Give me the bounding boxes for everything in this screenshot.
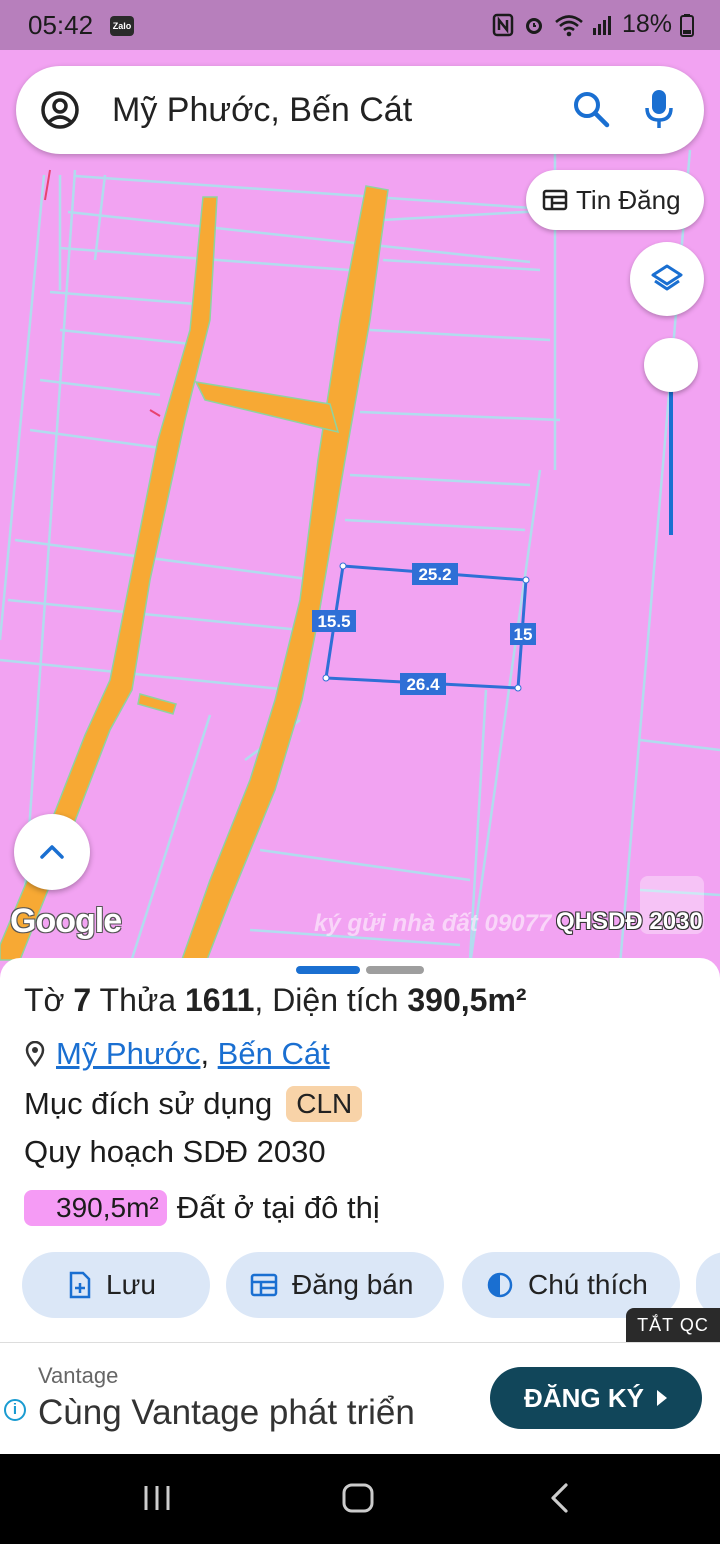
parcel-location: Mỹ Phước, Bến Cát: [24, 1036, 330, 1072]
ad-brand: Vantage: [38, 1363, 119, 1388]
save-button[interactable]: Lưu: [22, 1252, 210, 1318]
tin-dang-label: Tin Đăng: [576, 184, 681, 215]
tin-dang-button[interactable]: Tin Đăng: [526, 170, 704, 230]
google-logo: Google: [10, 902, 122, 940]
home-icon[interactable]: [342, 1482, 374, 1514]
layers-button[interactable]: [630, 242, 704, 316]
microphone-icon[interactable]: [644, 88, 674, 130]
layer-label: QHSDĐ 2030: [556, 908, 703, 935]
ad-cta-button[interactable]: ĐĂNG KÝ: [490, 1367, 702, 1429]
ad-headline[interactable]: Cùng Vantage phát triển: [38, 1393, 415, 1433]
expand-sheet-button[interactable]: [14, 814, 90, 890]
battery-percent: 18%: [621, 10, 672, 38]
listing-icon: [542, 189, 568, 211]
sheet-handle-active[interactable]: [296, 966, 360, 974]
alarm-icon: [525, 17, 542, 34]
account-icon[interactable]: [40, 90, 80, 130]
zone-type: Đất ở tại đô thị: [176, 1190, 380, 1225]
chevron-up-icon: [40, 845, 64, 859]
play-arrow-icon: [656, 1390, 667, 1406]
land-use-purpose: Mục đích sử dụng CLN: [24, 1086, 363, 1122]
parcel-title: Tờ 7 Thửa 1611, Diện tích 390,5m²: [24, 982, 527, 1018]
search-bar[interactable]: Mỹ Phước, Bến Cát: [16, 66, 704, 154]
ad-info-icon[interactable]: i: [4, 1399, 26, 1421]
parcel-right-length: 15: [514, 625, 533, 644]
clock: 05:42: [28, 10, 94, 40]
back-icon[interactable]: [548, 1482, 570, 1514]
opacity-slider-track[interactable]: [669, 380, 673, 535]
plan-title: Quy hoạch SDĐ 2030: [24, 1134, 326, 1169]
system-nav-bar: [0, 1454, 720, 1544]
contrast-icon: [487, 1272, 513, 1298]
recent-apps-icon[interactable]: [142, 1482, 172, 1514]
dang-ban-button[interactable]: Đăng bán: [226, 1252, 444, 1318]
add-file-icon: [69, 1271, 91, 1299]
parcel-bottom-length: 26.4: [406, 675, 440, 694]
listing-icon: [250, 1273, 278, 1297]
purpose-code-badge: CLN: [286, 1086, 363, 1122]
battery-charging-icon: [680, 13, 694, 37]
search-icon[interactable]: [572, 90, 610, 128]
ad-banner[interactable]: i Vantage Cùng Vantage phát triển ĐĂNG K…: [0, 1342, 720, 1454]
ward-link[interactable]: Mỹ Phước: [56, 1036, 200, 1071]
status-bar: 05:42 Zalo 18%: [0, 0, 720, 50]
layers-icon: [651, 264, 683, 291]
signal-icon: [592, 15, 611, 35]
opacity-slider-thumb[interactable]: [644, 338, 698, 392]
watermark-text: ký gửi nhà đất 09077: [314, 910, 552, 937]
close-ad-button[interactable]: TẮT QC: [626, 1308, 720, 1342]
nfc-icon: [492, 13, 514, 36]
search-query[interactable]: Mỹ Phước, Bến Cát: [112, 66, 412, 154]
parcel-top-length: 25.2: [418, 565, 451, 584]
zone-row: 390,5m² Đất ở tại đô thị: [24, 1190, 380, 1226]
parcel-info-sheet: Tờ 7 Thửa 1611, Diện tích 390,5m² Mỹ Phư…: [0, 958, 720, 1358]
zone-area-badge: 390,5m²: [24, 1190, 167, 1226]
parcel-left-length: 15.5: [317, 612, 350, 631]
location-pin-icon: [25, 1041, 45, 1067]
action-chips: Lưu Đăng bán Chú thích: [22, 1252, 720, 1318]
sheet-handle[interactable]: [366, 966, 424, 974]
wifi-icon: [555, 14, 583, 36]
zalo-notification-icon: Zalo: [110, 16, 134, 36]
district-link[interactable]: Bến Cát: [218, 1036, 330, 1071]
